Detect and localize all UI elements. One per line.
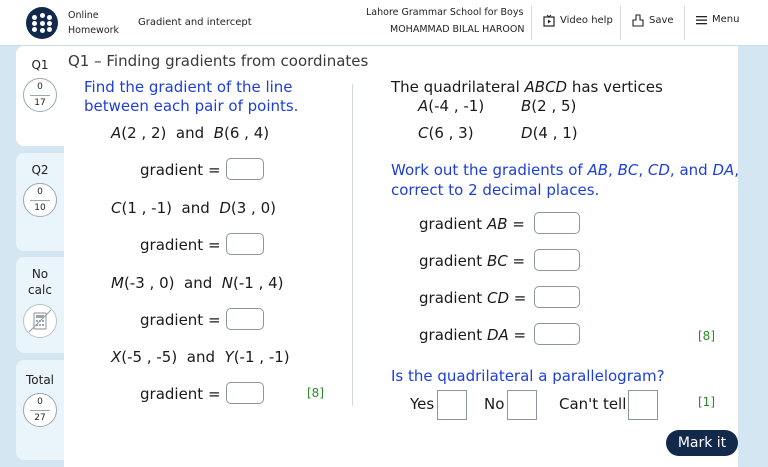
total-score: 0 bbox=[37, 397, 43, 407]
header-divider bbox=[684, 6, 685, 40]
menu-label: Menu bbox=[712, 14, 740, 25]
gradient-label-2: gradient = bbox=[140, 236, 221, 254]
vertex-c: C(6 , 3) bbox=[418, 124, 474, 142]
parallelogram-question: Is the quadrilateral a parallelogram? bbox=[391, 367, 665, 385]
gradient-label-3: gradient = bbox=[140, 311, 221, 329]
app-logo-icon[interactable] bbox=[26, 7, 58, 39]
point-pair-3: M(-3 , 0) and N(-1 , 4) bbox=[111, 274, 284, 292]
video-icon bbox=[543, 14, 555, 27]
work-instruction-line1: Work out the gradients of AB, BC, CD, an… bbox=[391, 161, 740, 179]
save-label: Save bbox=[649, 15, 674, 26]
save-button[interactable]: Save bbox=[632, 14, 674, 27]
tab-no-calc[interactable]: No calc bbox=[16, 257, 64, 353]
cant-tell-checkbox[interactable] bbox=[628, 390, 658, 420]
no-checkbox[interactable] bbox=[507, 390, 537, 420]
gradient-label-1: gradient = bbox=[140, 161, 221, 179]
question-title: Q1 – Finding gradients from coordinates bbox=[68, 52, 369, 70]
total-total: 27 bbox=[34, 413, 46, 423]
header-divider bbox=[531, 6, 532, 40]
tab-q2[interactable]: Q2 0 10 bbox=[16, 153, 64, 251]
gradient-ab-input[interactable] bbox=[534, 212, 580, 234]
tab-q2-label: Q2 bbox=[31, 163, 49, 177]
vertex-a: A(-4 , -1) bbox=[418, 97, 485, 115]
header-divider bbox=[620, 6, 621, 40]
vertex-b: B(2 , 5) bbox=[521, 97, 577, 115]
student-name: MOHAMMAD BILAL HAROON bbox=[390, 24, 525, 35]
q1-score-badge: 0 17 bbox=[23, 78, 57, 112]
no-calc-line2: calc bbox=[28, 283, 52, 297]
save-icon bbox=[632, 14, 644, 27]
yes-label: Yes bbox=[410, 395, 435, 413]
topic-title: Gradient and intercept bbox=[138, 17, 252, 28]
gradient-da-input[interactable] bbox=[534, 323, 580, 345]
gradient-cd-input[interactable] bbox=[534, 286, 580, 308]
quadrilateral-intro: The quadrilateral ABCD has vertices bbox=[391, 78, 663, 96]
school-name: Lahore Grammar School for Boys bbox=[366, 7, 524, 18]
point-pair-2: C(1 , -1) and D(3 , 0) bbox=[111, 199, 276, 217]
column-divider bbox=[352, 84, 353, 406]
q1-score: 0 bbox=[37, 82, 43, 92]
gradient-bc-input[interactable] bbox=[534, 249, 580, 271]
point-pair-4: X(-5 , -5) and Y(-1 , -1) bbox=[111, 348, 290, 366]
no-calc-line1: No bbox=[31, 267, 49, 281]
cant-tell-label: Can't tell bbox=[559, 395, 627, 413]
gradient-ab-label: gradient AB = bbox=[419, 215, 525, 233]
video-help-button[interactable]: Video help bbox=[543, 14, 613, 27]
mark-it-button[interactable]: Mark it bbox=[666, 430, 738, 456]
gradient-input-2[interactable] bbox=[226, 233, 264, 255]
gradient-cd-label: gradient CD = bbox=[419, 289, 527, 307]
menu-button[interactable]: Menu bbox=[696, 14, 739, 25]
tab-q1-label: Q1 bbox=[31, 58, 49, 72]
hamburger-icon bbox=[696, 15, 707, 24]
q2-total: 10 bbox=[34, 203, 46, 213]
gradient-marks: [8] bbox=[698, 329, 715, 343]
gradient-input-4[interactable] bbox=[226, 382, 264, 404]
work-instruction-line2: correct to 2 decimal places. bbox=[391, 181, 600, 199]
tab-total[interactable]: Total 0 27 bbox=[16, 360, 64, 460]
gradient-input-3[interactable] bbox=[226, 308, 264, 330]
q2-score: 0 bbox=[37, 187, 43, 197]
app-name-line1: Online bbox=[68, 10, 99, 21]
video-help-label: Video help bbox=[560, 15, 613, 26]
tab-q1[interactable]: Q1 0 17 bbox=[16, 46, 64, 146]
app-name-line2: Homework bbox=[68, 25, 120, 36]
no-calculator-badge bbox=[23, 304, 57, 338]
gradient-bc-label: gradient BC = bbox=[419, 252, 526, 270]
left-marks: [8] bbox=[307, 386, 324, 400]
point-pair-1: A(2 , 2) and B(6 , 4) bbox=[111, 124, 270, 142]
no-label: No bbox=[484, 395, 505, 413]
parallelogram-marks: [1] bbox=[698, 395, 715, 409]
vertex-d: D(4 , 1) bbox=[521, 124, 578, 142]
calculator-icon bbox=[28, 309, 52, 333]
tab-total-label: Total bbox=[25, 373, 55, 387]
yes-checkbox[interactable] bbox=[437, 390, 467, 420]
gradient-label-4: gradient = bbox=[140, 385, 221, 403]
gradient-input-1[interactable] bbox=[226, 158, 264, 180]
left-instruction-line2: between each pair of points. bbox=[84, 97, 299, 115]
gradient-da-label: gradient DA = bbox=[419, 326, 527, 344]
q2-score-badge: 0 10 bbox=[23, 183, 57, 217]
total-score-badge: 0 27 bbox=[23, 393, 57, 427]
q1-total: 17 bbox=[34, 98, 46, 108]
header-bar: Online Homework Gradient and intercept L… bbox=[0, 0, 768, 46]
left-instruction-line1: Find the gradient of the line bbox=[84, 78, 293, 96]
